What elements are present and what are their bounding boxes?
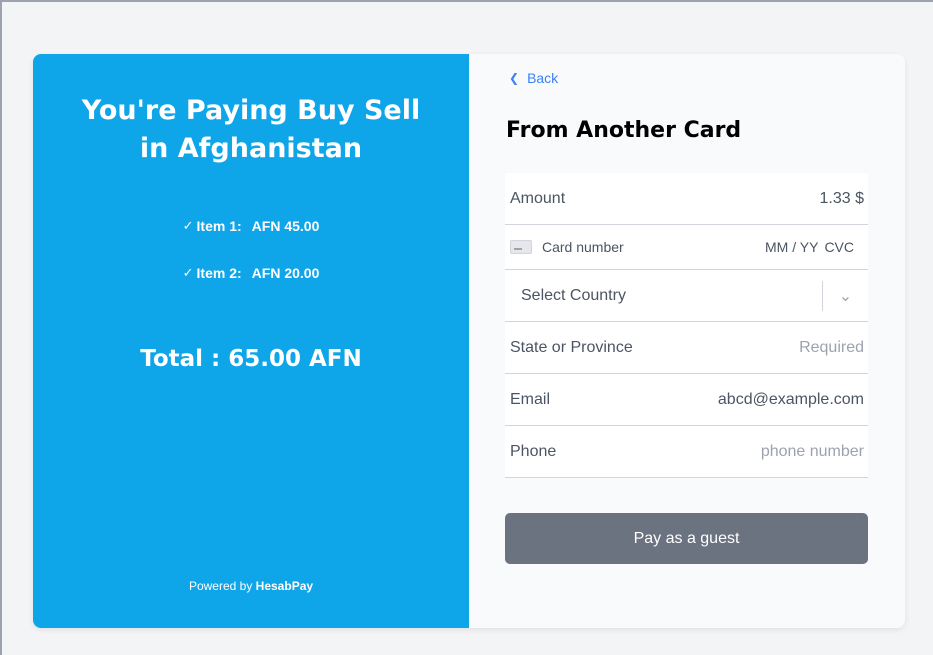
email-input[interactable]: abcd@example.com [718, 391, 864, 409]
check-icon: ✓ [182, 265, 194, 280]
chevron-left-icon: ❮ [509, 71, 520, 85]
expiry-field[interactable]: MM / YY [765, 239, 818, 255]
powered-by: Powered by HesabPay [33, 579, 469, 593]
window-frame: You're Paying Buy Sell in Afghanistan ✓ … [0, 0, 933, 655]
country-select[interactable]: Select Country ⌄ [505, 270, 868, 322]
check-icon: ✓ [182, 218, 194, 233]
summary-total: Total : 65.00 AFN [140, 346, 362, 372]
payment-form-panel: ❮ Back From Another Card Amount 1.33 $ C… [469, 54, 905, 628]
item-label: Item 1: [196, 218, 242, 234]
card-number-field[interactable]: Card number [510, 239, 624, 255]
payment-summary-panel: You're Paying Buy Sell in Afghanistan ✓ … [33, 54, 469, 628]
cvc-field[interactable]: CVC [824, 239, 854, 255]
back-link[interactable]: ❮ Back [509, 70, 558, 86]
summary-title: You're Paying Buy Sell in Afghanistan [81, 95, 421, 164]
card-number-placeholder: Card number [542, 239, 624, 255]
country-select-value: Select Country [521, 286, 626, 304]
state-label: State or Province [510, 338, 633, 356]
email-field[interactable]: Email abcd@example.com [505, 374, 868, 426]
state-input[interactable]: Required [799, 339, 864, 357]
amount-row: Amount 1.33 $ [505, 173, 868, 225]
powered-brand: HesabPay [255, 579, 314, 593]
summary-item: ✓ Item 1: AFN 45.00 [33, 218, 469, 234]
form-heading: From Another Card [506, 118, 742, 143]
email-label: Email [510, 390, 551, 408]
amount-value: 1.33 $ [819, 189, 864, 207]
chevron-down-icon[interactable]: ⌄ [822, 280, 868, 311]
card-expiry-cvc: MM / YY CVC [765, 239, 854, 255]
state-field[interactable]: State or Province Required [505, 322, 868, 374]
item-amount: AFN 20.00 [251, 265, 320, 281]
pay-as-guest-button[interactable]: Pay as a guest [505, 513, 868, 564]
item-amount: AFN 45.00 [251, 218, 320, 234]
powered-prefix: Powered by [188, 579, 253, 593]
summary-item: ✓ Item 2: AFN 20.00 [33, 265, 469, 281]
item-label: Item 2: [196, 265, 242, 281]
checkout-card: You're Paying Buy Sell in Afghanistan ✓ … [33, 54, 905, 628]
phone-input[interactable]: phone number [761, 443, 864, 461]
credit-card-icon [510, 240, 532, 254]
phone-label: Phone [510, 442, 557, 460]
phone-field[interactable]: Phone phone number [505, 426, 868, 478]
payment-form: Amount 1.33 $ Card number MM / YY CVC Se… [505, 173, 868, 478]
amount-label: Amount [510, 189, 566, 207]
back-label: Back [527, 70, 559, 86]
card-element[interactable]: Card number MM / YY CVC [505, 225, 868, 270]
